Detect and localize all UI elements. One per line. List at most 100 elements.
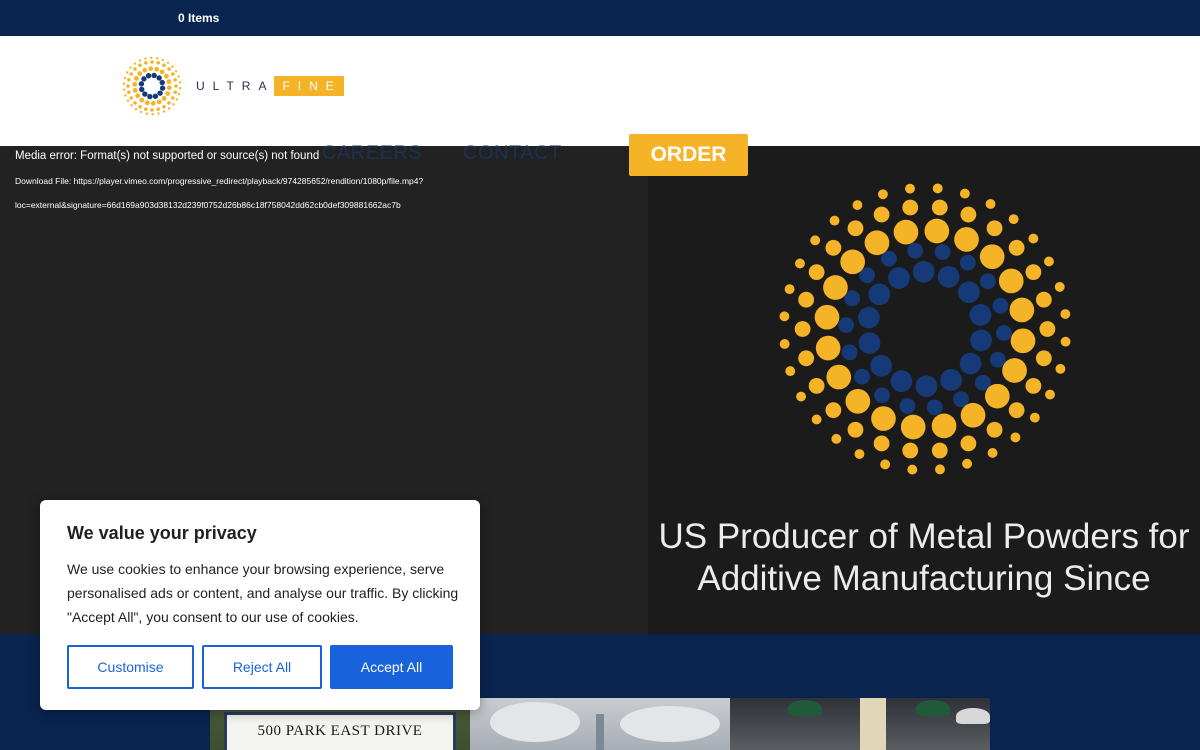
hero-panel: US Producer of Metal Powders for Additiv… [648,146,1200,634]
accept-all-button[interactable]: Accept All [330,645,453,689]
sunburst-dot [811,414,822,425]
sunburst-dot [893,219,919,245]
sunburst-dot [137,71,143,76]
sunburst-dot [899,398,916,414]
sunburst-dot [142,91,148,97]
sunburst-dot [162,63,166,68]
sunburst-dot [1008,214,1019,225]
sunburst-dot [139,97,145,103]
sunburst-dot [924,218,950,244]
sunburst-dot [986,421,1003,438]
sunburst-dot [907,464,918,475]
skyline-photo [470,698,730,750]
sunburst-dot [170,96,175,100]
sunburst-dot [986,220,1003,237]
sunburst-dot [177,75,180,78]
sunburst-dot [129,96,134,100]
sunburst-dot [810,235,821,246]
sunburst-dot [166,61,170,64]
nav-item-contact[interactable]: CONTACT [463,142,562,165]
sunburst-dot [932,183,943,194]
sunburst-dot [122,82,126,85]
sunburst-dot [1060,309,1071,319]
customise-button[interactable]: Customise [67,645,194,689]
sunburst-dot [831,433,842,444]
sunburst-dot [134,108,138,111]
sunburst-dot [864,230,890,256]
sunburst-dot [880,459,891,470]
sunburst-dot [870,354,892,377]
sunburst-dot [133,62,137,65]
sunburst-dot [808,264,825,281]
cookie-banner-title: We value your privacy [67,523,257,543]
sunburst-dot [992,297,1009,314]
sunburst-dot [150,56,153,60]
sunburst-dot [162,104,166,109]
download-file-link[interactable]: Download File: https://player.vimeo.com/… [15,176,423,186]
sunburst-dot [1045,389,1055,400]
sunburst-dot [998,268,1024,294]
reject-all-button[interactable]: Reject All [202,645,322,689]
sunburst-dot [178,87,182,90]
sunburst-dot [959,188,970,199]
sunburst-dot [126,71,129,74]
sunburst-dot [157,90,163,96]
sunburst-dot [808,377,825,394]
sunburst-dot [151,72,157,79]
site-logo[interactable]: ULTRA FINE [122,56,344,116]
sunburst-dot [138,81,145,87]
sunburst-dot [1055,363,1066,374]
download-file-link-continued[interactable]: loc=external&signature=66d169a903d38132d… [15,200,401,210]
sunburst-dot [937,265,960,288]
address-sign: 500 PARK EAST DRIVE [224,712,456,750]
sunburst-dot [794,321,811,337]
site-header: ULTRA FINE [0,36,1200,146]
tower-spire [596,714,604,750]
sunburst-dot [144,57,147,60]
sunburst-dot [1028,233,1039,244]
sunburst-dot [826,364,852,390]
sunburst-dot [126,99,130,102]
sunburst-dot [150,60,154,64]
sunburst-dot [980,273,996,290]
sunburst-dot [150,100,156,106]
sunburst-dot [156,107,161,111]
sunburst-dot [123,76,127,80]
sunburst-dot [825,402,842,419]
sunburst-dot [1009,297,1035,323]
sunburst-dot [130,104,133,107]
sunburst-dot [873,435,890,452]
media-error-message: Media error: Format(s) not supported or … [15,150,320,162]
sunburst-dot [1008,239,1025,256]
sunburst-dot [159,79,165,86]
nav-item-careers[interactable]: CAREERS [322,142,422,165]
sunburst-dot [162,110,166,113]
sunburst-dot [779,311,790,322]
sunburst-dot [173,77,177,82]
sunburst-dot [912,260,935,283]
sunburst-dot [873,206,890,223]
sunburst-dot [852,200,863,210]
sunburst-dot [900,414,926,440]
sunburst-dot [159,69,165,75]
sunburst-dot [1029,412,1040,423]
order-button[interactable]: ORDER [629,134,748,176]
sunburst-dot [902,199,919,216]
sunburst-dot [915,375,938,398]
logo-wordmark-fine: FINE [274,76,344,96]
sunburst-dot [795,258,805,269]
sunburst-dot [161,96,167,101]
sunburst-dot [159,85,166,91]
sunburst-dot [779,339,790,349]
sunburst-dot [970,329,992,352]
sunburst-dot [143,61,148,65]
sunburst-dot [902,442,919,459]
sunburst-dot [960,402,986,428]
cart-item-count-link[interactable]: 0 Items [178,11,219,25]
sunburst-dot [144,100,150,106]
sunburst-dot [890,370,913,393]
sunburst-dot [138,63,142,68]
sunburst-dot [124,94,127,97]
sunburst-dot [133,67,137,71]
sunburst-dot [958,281,980,304]
